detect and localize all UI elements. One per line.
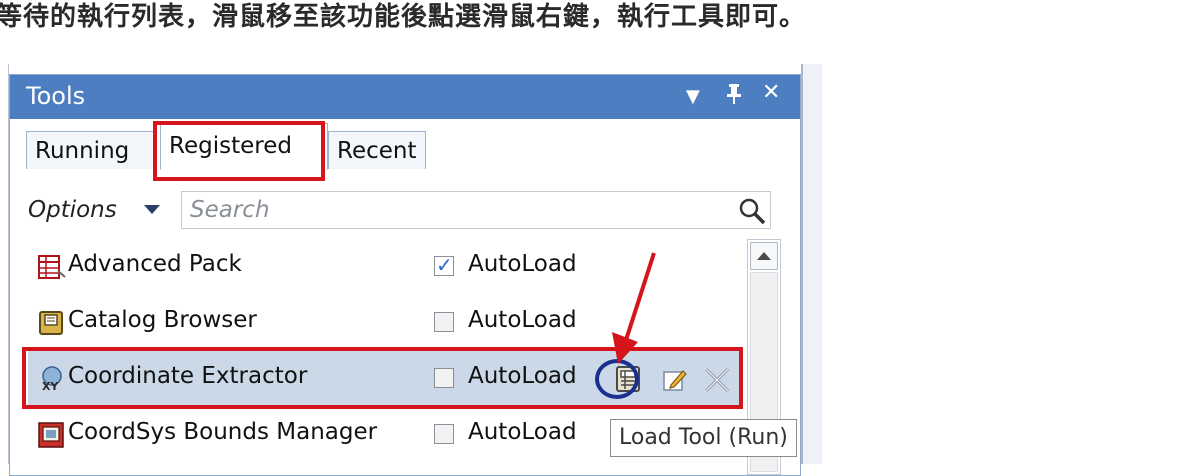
table-chart-icon (38, 255, 66, 279)
up-arrow-icon (757, 252, 771, 260)
outer-frame-left (0, 64, 9, 464)
tab-strip: Running Registered Recent (10, 119, 800, 170)
autoload-label: AutoLoad (468, 419, 577, 445)
options-caret-icon[interactable] (144, 205, 160, 214)
highlight-circle-load-tool (595, 359, 639, 399)
dropdown-caret-icon[interactable]: ▼ (686, 85, 700, 109)
search-box (181, 191, 771, 229)
tool-name: Catalog Browser (68, 307, 257, 333)
autoload-label: AutoLoad (468, 307, 577, 333)
pin-icon[interactable] (725, 83, 743, 112)
red-arrow-annotation (612, 252, 656, 364)
check-icon: ✓ (436, 253, 453, 277)
autoload-checkbox[interactable] (434, 424, 454, 444)
search-icon[interactable] (737, 196, 767, 226)
catalog-book-icon (39, 311, 63, 335)
tool-name: Advanced Pack (68, 251, 242, 277)
autoload-label: AutoLoad (468, 251, 577, 277)
panel-titlebar: Tools ▼ ✕ (10, 75, 800, 119)
tooltip: Load Tool (Run) (610, 419, 797, 457)
panel-title: Tools (26, 82, 86, 110)
close-icon[interactable]: ✕ (762, 81, 780, 105)
scroll-up-button[interactable] (750, 242, 778, 270)
search-input[interactable] (188, 194, 732, 226)
caption-text: 等待的執行列表，滑鼠移至該功能後點選滑鼠右鍵，執行工具即可。 (0, 2, 807, 32)
bounds-map-icon (38, 422, 64, 448)
tools-panel: Tools ▼ ✕ Running Registered Recent Opti… (9, 74, 801, 476)
autoload-checkbox[interactable]: ✓ (434, 253, 454, 277)
outer-frame-right (801, 64, 822, 464)
tab-recent[interactable]: Recent (328, 131, 426, 169)
tool-name: CoordSys Bounds Manager (68, 419, 378, 445)
autoload-checkbox[interactable] (434, 312, 454, 332)
tab-running[interactable]: Running (26, 131, 156, 169)
options-menu[interactable]: Options (28, 197, 117, 223)
highlight-box-registered-tab (153, 121, 325, 181)
